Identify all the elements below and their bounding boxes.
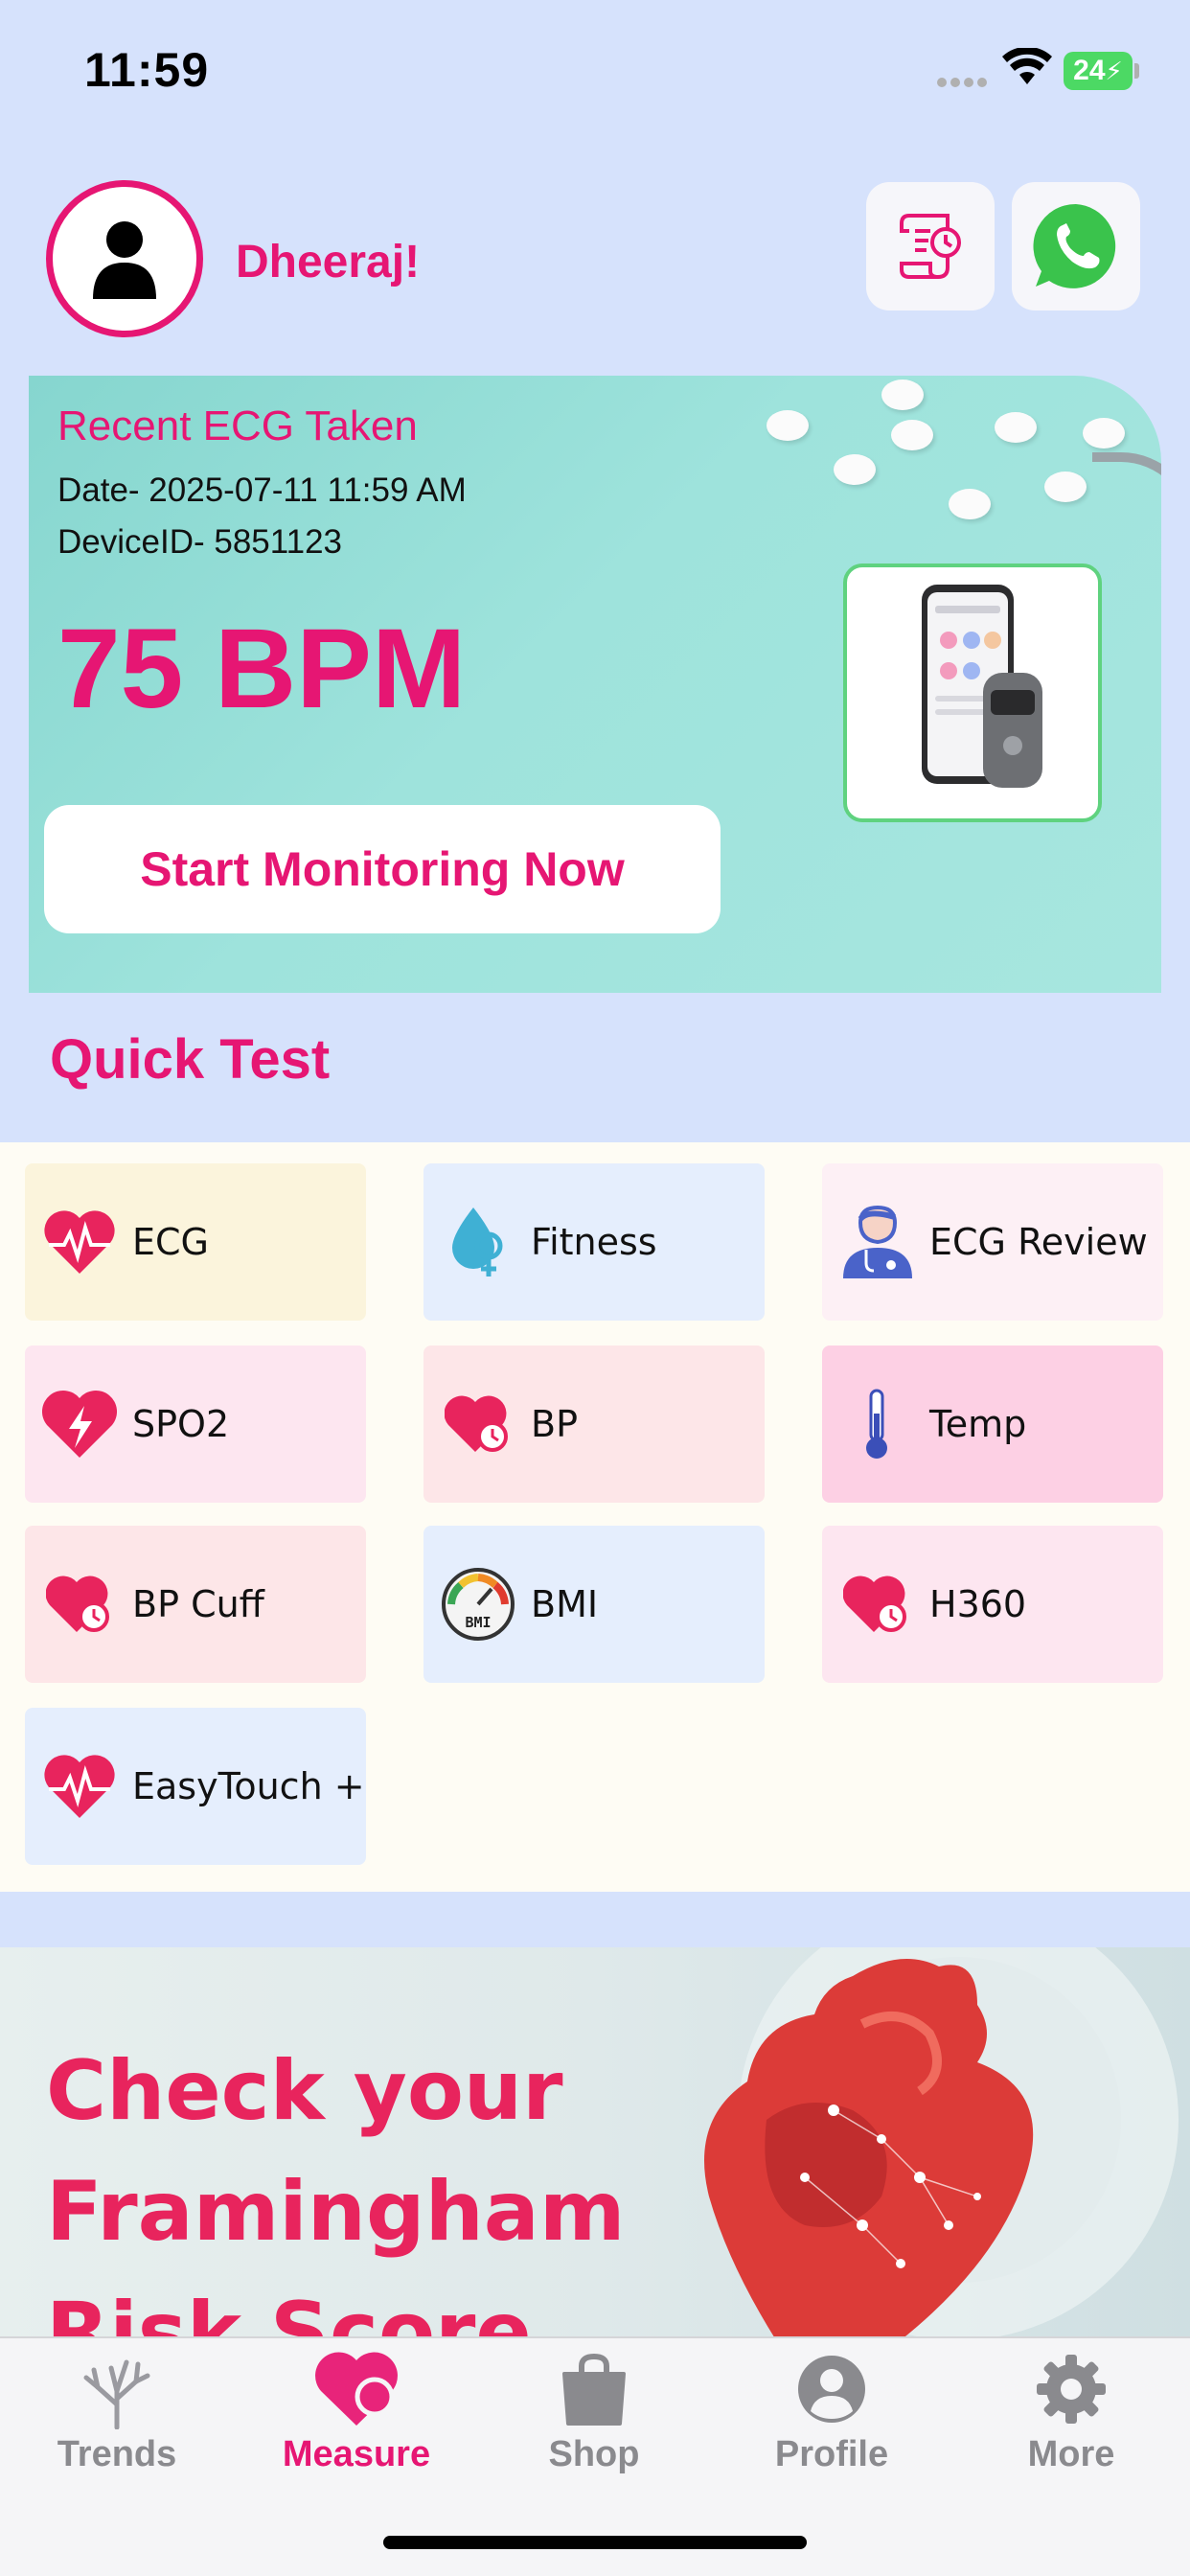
stethoscope-decoration [1092, 452, 1161, 634]
quick-test-h360[interactable]: H360 [822, 1526, 1163, 1683]
heart-pulse-icon [38, 1201, 121, 1283]
heart-gauge-icon [38, 1563, 121, 1645]
quick-test-easytouch[interactable]: EasyTouch + [25, 1708, 366, 1865]
tile-label: ECG [132, 1221, 209, 1263]
heart-pulse-icon [38, 1745, 121, 1828]
tile-label: BP Cuff [132, 1583, 264, 1625]
device-image[interactable] [843, 564, 1102, 822]
tab-label: Shop [548, 2434, 640, 2474]
pill-decoration [881, 380, 924, 410]
water-drop-female-icon [437, 1201, 519, 1283]
heart-gauge-icon [437, 1383, 519, 1465]
pill-decoration [995, 412, 1037, 443]
quick-test-title: Quick Test [50, 1028, 331, 1091]
person-icon [789, 2346, 875, 2432]
pill-decoration [949, 489, 991, 519]
battery-icon: 24 ⚡ [1064, 52, 1133, 90]
gear-icon [1028, 2346, 1114, 2432]
pill-decoration [834, 454, 876, 485]
quick-test-bp-cuff[interactable]: BP Cuff [25, 1526, 366, 1683]
person-icon [93, 221, 156, 299]
username: Dheeraj! [236, 237, 421, 288]
recent-ecg-date: Date- 2025-07-11 11:59 AM [57, 472, 467, 509]
whatsapp-button[interactable] [1012, 182, 1140, 310]
battery-level: 24 [1073, 55, 1106, 86]
svg-text:BMI: BMI [465, 1614, 491, 1631]
tile-label: SPO2 [132, 1403, 230, 1445]
cellular-signal-icon [937, 75, 991, 92]
quick-test-fitness[interactable]: Fitness [423, 1163, 765, 1321]
home-indicator [383, 2536, 807, 2549]
heart-rate-value: 75 BPM [57, 606, 467, 732]
wifi-icon [1002, 46, 1052, 91]
thermometer-icon [835, 1383, 918, 1465]
status-bar: 11:59 24 ⚡ [0, 0, 1190, 144]
quick-test-ecg-review[interactable]: ECG Review [822, 1163, 1163, 1321]
quick-test-temp[interactable]: Temp [822, 1346, 1163, 1503]
promo-line-3: Risk Score [46, 2285, 532, 2340]
heart-illustration [704, 1947, 1179, 2340]
whatsapp-icon [1033, 203, 1116, 288]
recent-ecg-device-id: DeviceID- 5851123 [57, 523, 343, 561]
tile-label: ECG Review [929, 1221, 1148, 1263]
tab-shop[interactable]: Shop [498, 2346, 690, 2490]
tab-label: Profile [774, 2434, 889, 2474]
start-monitoring-button[interactable]: Start Monitoring Now [44, 805, 721, 933]
recent-ecg-banner: Recent ECG Taken Date- 2025-07-11 11:59 … [29, 376, 1161, 993]
doctor-icon [835, 1201, 918, 1283]
tab-trends[interactable]: Trends [21, 2346, 213, 2490]
quick-test-panel: ECG Fitness ECG Review SPO2 BP Temp BP C… [0, 1142, 1190, 1892]
tab-label: Trends [57, 2434, 177, 2474]
shopping-bag-icon [551, 2346, 637, 2432]
pill-decoration [891, 420, 933, 450]
status-time: 11:59 [84, 43, 210, 97]
pill-decoration [767, 410, 809, 441]
quick-test-spo2[interactable]: SPO2 [25, 1346, 366, 1503]
pill-decoration [1044, 472, 1087, 502]
avatar[interactable] [46, 180, 203, 337]
tile-label: H360 [929, 1583, 1027, 1625]
tab-label: More [1027, 2434, 1115, 2474]
heart-bolt-icon [38, 1383, 121, 1465]
tile-label: EasyTouch + [132, 1765, 365, 1807]
tile-label: Temp [929, 1403, 1027, 1445]
tile-label: BMI [531, 1583, 599, 1625]
quick-test-bp[interactable]: BP [423, 1346, 765, 1503]
tile-label: BP [531, 1403, 578, 1445]
tile-label: Fitness [531, 1221, 657, 1263]
heart-icon [313, 2346, 400, 2432]
bmi-gauge-icon: BMI [437, 1563, 519, 1645]
battery-cap [1134, 63, 1139, 79]
heart-gauge-icon [835, 1563, 918, 1645]
tree-icon [74, 2346, 160, 2432]
report-scroll-icon [900, 214, 961, 279]
quick-test-ecg[interactable]: ECG [25, 1163, 366, 1321]
pill-decoration [1083, 418, 1125, 448]
tab-more[interactable]: More [975, 2346, 1167, 2490]
tab-label: Measure [282, 2434, 431, 2474]
tab-measure[interactable]: Measure [261, 2346, 452, 2490]
promo-line-1: Check your [46, 2043, 563, 2139]
quick-test-bmi[interactable]: BMI BMI [423, 1526, 765, 1683]
recent-ecg-title: Recent ECG Taken [57, 402, 418, 449]
tab-profile[interactable]: Profile [736, 2346, 927, 2490]
framingham-promo-banner[interactable]: Check your Framingham Risk Score [0, 1947, 1190, 2340]
promo-line-2: Framingham [46, 2164, 626, 2260]
report-button[interactable] [866, 182, 995, 310]
